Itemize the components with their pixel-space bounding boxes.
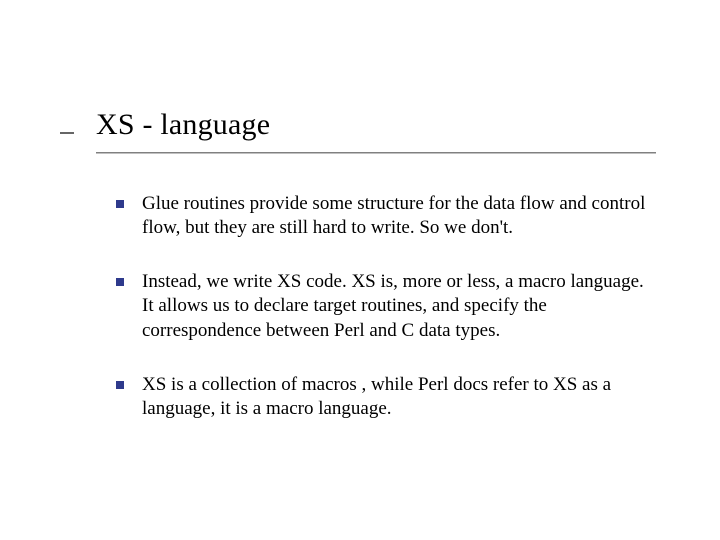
square-bullet-icon [116,200,124,208]
title-underline [96,152,656,154]
list-item: XS is a collection of macros , while Per… [116,373,656,421]
slide-body: Glue routines provide some structure for… [116,192,656,451]
bullet-text: XS is a collection of macros , while Per… [142,373,656,421]
list-item: Glue routines provide some structure for… [116,192,656,240]
title-container: XS - language [96,108,656,142]
square-bullet-icon [116,381,124,389]
bullet-text: Glue routines provide some structure for… [142,192,656,240]
slide: XS - language Glue routines provide some… [0,0,720,540]
decorative-tick [60,132,74,134]
square-bullet-icon [116,278,124,286]
list-item: Instead, we write XS code. XS is, more o… [116,270,656,342]
bullet-text: Instead, we write XS code. XS is, more o… [142,270,656,342]
slide-title: XS - language [96,108,656,142]
